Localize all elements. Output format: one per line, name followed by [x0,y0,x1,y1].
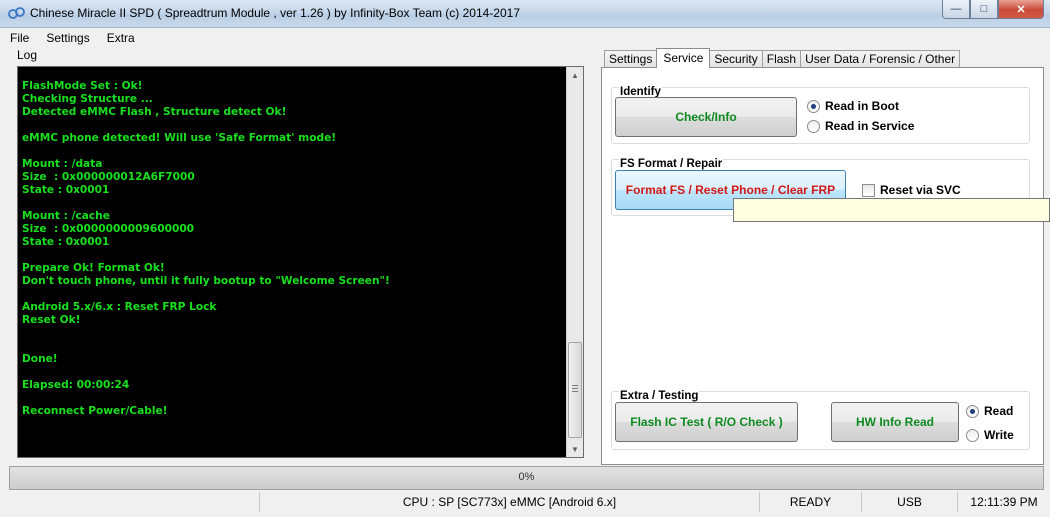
reset-via-svc-checkbox[interactable] [862,183,875,197]
reset-via-svc-label: Reset via SVC [880,183,961,197]
write-option[interactable]: Write [966,428,1014,442]
log-line: State : 0x0001 [22,236,110,248]
window-controls: — □ ✕ [942,0,1044,20]
radio-read-in-service[interactable] [807,119,820,133]
tab-service[interactable]: Service [656,48,711,68]
read-in-service-label: Read in Service [825,119,915,133]
scroll-down-icon[interactable]: ▼ [567,441,583,457]
log-label: Log [17,48,38,62]
hw-info-read-button[interactable]: HW Info Read [831,402,959,442]
read-in-boot-option[interactable]: Read in Boot [807,99,899,113]
status-cpu: CPU : SP [SC773x] eMMC [Android 6.x] [259,492,759,512]
progress-text: 0% [518,471,535,483]
infinity-box-logo-icon [8,7,25,19]
service-tab-page: Identify Check/Info Read in Boot Read in… [601,67,1044,465]
flash-ic-test-button[interactable]: Flash IC Test ( R/O Check ) [615,402,798,442]
log-line: Reconnect Power/Cable! [22,405,168,417]
tooltip-popup [733,198,1050,222]
log-line: Checking Structure ... [22,93,153,105]
tab-settings[interactable]: Settings [604,50,658,68]
title-bar: Chinese Miracle II SPD ( Spreadtrum Modu… [0,0,1050,28]
log-line: Size : 0x0000000009600000 [22,223,195,235]
extra-testing-group: Extra / Testing Flash IC Test ( R/O Chec… [611,390,1030,450]
log-line: Size : 0x000000012A6F7000 [22,171,195,183]
close-button[interactable]: ✕ [998,0,1044,19]
status-state: READY [759,492,861,512]
log-panel[interactable]: FlashMode Set : Ok! Checking Structure ..… [17,66,584,458]
status-bar: CPU : SP [SC773x] eMMC [Android 6.x] REA… [0,492,1050,517]
menu-bar: File Settings Extra [0,29,1050,47]
log-line: eMMC phone detected! Will use 'Safe Form… [22,132,337,144]
log-line: Mount : /data [22,158,103,170]
log-line: Mount : /cache [22,210,110,222]
read-option[interactable]: Read [966,404,1013,418]
menu-file[interactable]: File [0,29,36,47]
read-in-service-option[interactable]: Read in Service [807,119,914,133]
window-title: Chinese Miracle II SPD ( Spreadtrum Modu… [30,6,520,20]
log-line: State : 0x0001 [22,184,110,196]
identify-group: Identify Check/Info Read in Boot Read in… [611,86,1030,144]
maximize-button[interactable]: □ [970,0,998,19]
extra-testing-title: Extra / Testing [619,390,700,402]
radio-write[interactable] [966,428,979,442]
reset-via-svc-option[interactable]: Reset via SVC [862,183,961,197]
tab-flash[interactable]: Flash [761,50,802,68]
scroll-up-icon[interactable]: ▲ [567,67,583,83]
log-line: Reset Ok! [22,314,81,326]
log-line: Detected eMMC Flash , Structure detect O… [22,106,287,118]
scroll-thumb[interactable] [568,342,582,438]
read-in-boot-label: Read in Boot [825,99,899,113]
write-label: Write [984,428,1014,442]
tab-user-data[interactable]: User Data / Forensic / Other [800,50,961,68]
tab-strip: Settings Service Security Flash User Dat… [604,48,961,68]
log-line: FlashMode Set : Ok! [22,80,143,92]
log-line: Elapsed: 00:00:24 [22,379,130,391]
log-scrollbar[interactable]: ▲ ▼ [566,67,583,457]
minimize-button[interactable]: — [942,0,970,19]
log-line: Android 5.x/6.x : Reset FRP Lock [22,301,217,313]
grip-icon [572,385,578,392]
radio-read[interactable] [966,404,979,418]
menu-settings[interactable]: Settings [36,29,96,47]
read-label: Read [984,404,1014,418]
log-text: FlashMode Set : Ok! Checking Structure ..… [22,80,567,418]
status-port: USB [861,492,957,512]
menu-extra[interactable]: Extra [97,29,142,47]
tab-security[interactable]: Security [709,50,763,68]
radio-read-in-boot[interactable] [807,99,820,113]
fs-format-title: FS Format / Repair [619,158,724,170]
log-line: Prepare Ok! Format Ok! [22,262,165,274]
check-info-button[interactable]: Check/Info [615,97,797,137]
log-line: Done! [22,353,58,365]
status-time: 12:11:39 PM [957,492,1050,512]
log-line: Don't touch phone, until it fully bootup… [22,275,390,287]
progress-bar: 0% [9,466,1044,490]
